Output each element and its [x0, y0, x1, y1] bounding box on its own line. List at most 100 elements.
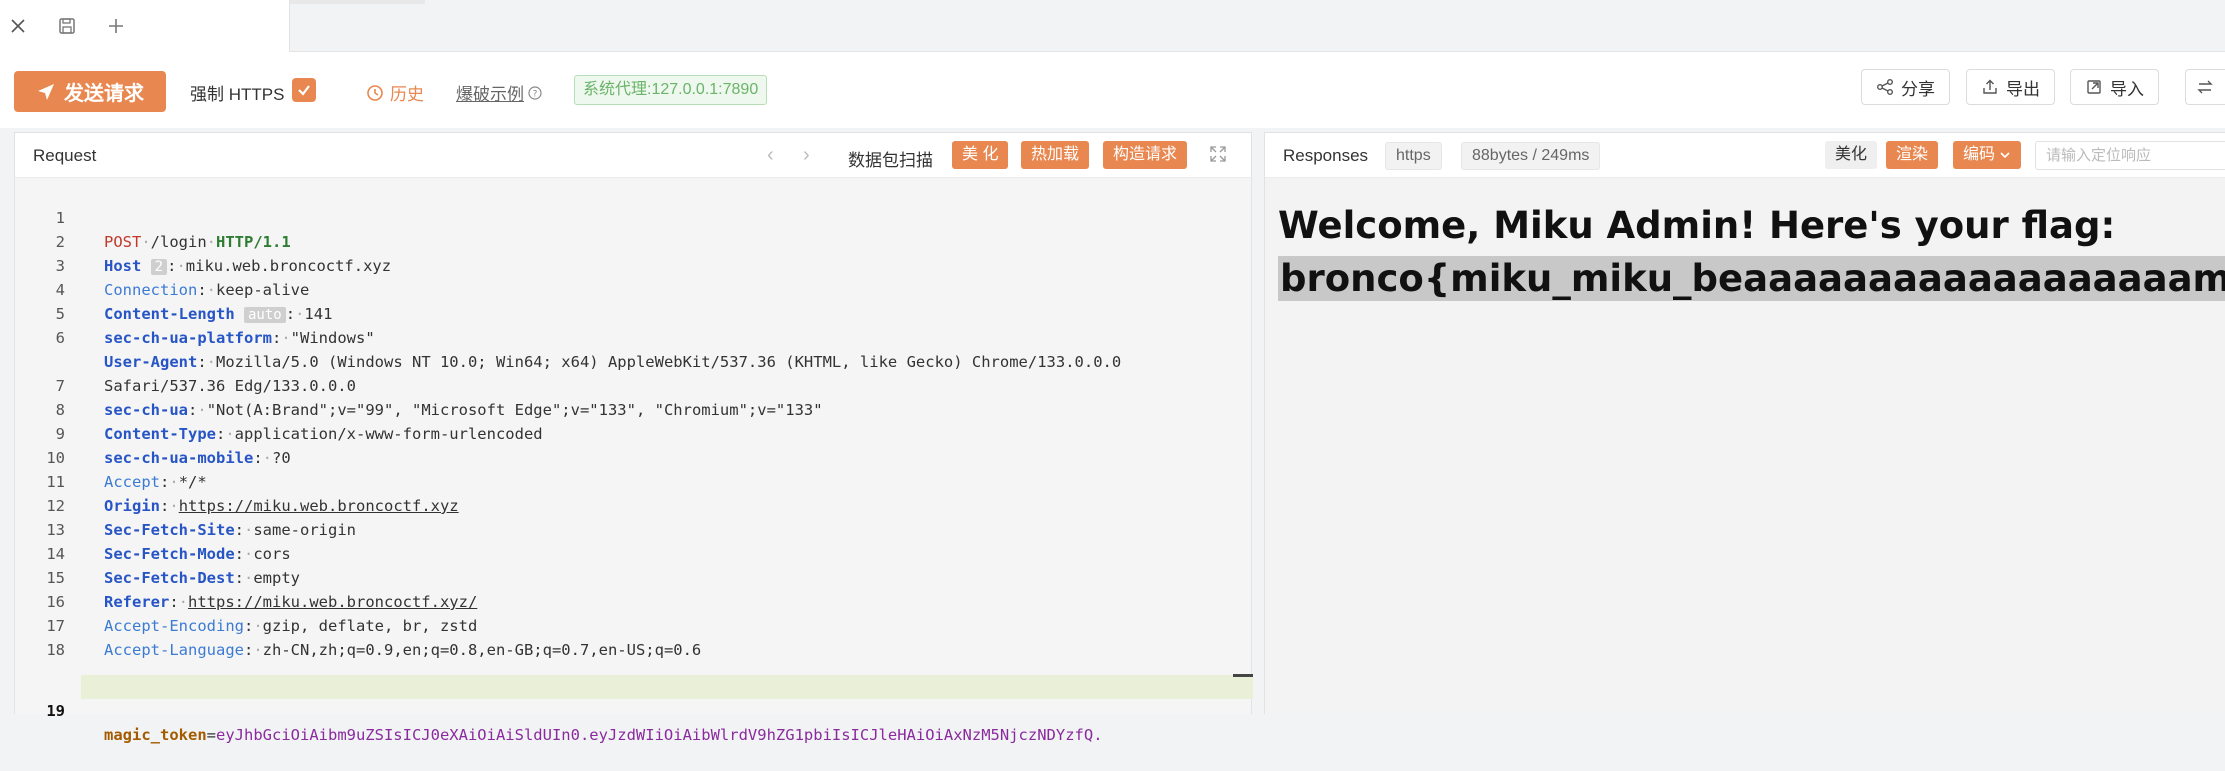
force-https-label: 强制 HTTPS: [190, 85, 285, 104]
import-icon: [2087, 80, 2101, 94]
brute-example-link[interactable]: 爆破示例 ?: [456, 80, 542, 105]
request-editor[interactable]: 1 POST·/login·HTTP/1.1 2 Host 2:·miku.we…: [15, 178, 1253, 744]
header-value: miku.web.broncoctf.xyz: [185, 257, 392, 275]
code-line: 6 User-Agent:·Mozilla/5.0 (Windows NT 10…: [15, 302, 1122, 371]
header-key: Sec-Fetch-Mode: [104, 545, 235, 563]
header-value: application/x-www-form-urlencoded: [234, 425, 543, 443]
code-line: 11 Origin:·https://miku.web.broncoctf.xy…: [15, 446, 458, 515]
size-time-tag: 88bytes / 249ms: [1461, 142, 1601, 170]
header-value: ?0: [272, 449, 291, 467]
header-key: Host: [104, 257, 142, 275]
header-value: same-origin: [253, 521, 356, 539]
close-tab-icon[interactable]: [4, 12, 32, 40]
import-label: 导入: [2110, 79, 2144, 99]
render-button[interactable]: 渲染: [1886, 141, 1939, 169]
share-label: 分享: [1901, 79, 1935, 99]
code-line: 1 POST·/login·HTTP/1.1: [15, 182, 291, 251]
tab-strip: [0, 0, 2225, 52]
header-value: "Not(A:Brand";v="99", "Microsoft Edge";v…: [206, 401, 823, 419]
packet-scan-button[interactable]: 数据包扫描: [848, 146, 933, 171]
header-value: Mozilla/5.0 (Windows NT 10.0; Win64; x64…: [216, 353, 1122, 371]
header-key: Sec-Fetch-Dest: [104, 569, 235, 587]
brute-example-label: 爆破示例: [456, 85, 524, 104]
header-key: Sec-Fetch-Site: [104, 521, 235, 539]
header-key: Origin: [104, 497, 160, 515]
response-title: Responses: [1283, 146, 1369, 165]
code-line: 18: [15, 614, 71, 659]
header-value: */*: [178, 473, 207, 491]
request-header: Request ‹ › 数据包扫描 美 化 热加载 构造请求: [15, 133, 1251, 178]
encoding-dropdown[interactable]: 编码: [1953, 141, 2022, 169]
header-value: keep-alive: [216, 281, 310, 299]
export-button[interactable]: 导出: [1966, 69, 2055, 105]
send-request-label: 发送请求: [64, 83, 144, 105]
body-param-key: magic_token: [104, 726, 207, 744]
new-tab-icon[interactable]: [102, 12, 130, 40]
origin-link[interactable]: https://miku.web.broncoctf.xyz: [179, 497, 459, 515]
code-line: 10 Accept:·*/*: [15, 422, 206, 491]
header-value: gzip, deflate, br, zstd: [262, 617, 478, 635]
response-search-input[interactable]: 请输入定位响应: [2035, 141, 2225, 170]
chevron-down-icon: [2000, 152, 2010, 159]
response-heading: Welcome, Miku Admin! Here's your flag:: [1278, 204, 2116, 247]
request-title: Request: [33, 146, 97, 165]
history-label: 历史: [390, 85, 424, 104]
export-label: 导出: [2006, 79, 2040, 99]
referer-link[interactable]: https://miku.web.broncoctf.xyz/: [188, 593, 477, 611]
host-count-pill[interactable]: 2: [150, 259, 168, 275]
response-flag: bronco{miku_miku_beaaaaaaaaaaaaaaaaaam!}: [1278, 256, 2225, 301]
code-line: 7 sec-ch-ua:·"Not(A:Brand";v="99", "Micr…: [15, 350, 823, 419]
code-line: 9 sec-ch-ua-mobile:·?0: [15, 398, 291, 467]
header-key: sec-ch-ua: [104, 401, 188, 419]
request-path: /login: [150, 233, 207, 251]
system-proxy-badge[interactable]: 系统代理:127.0.0.1:7890: [574, 75, 768, 105]
beautify-button[interactable]: 美 化: [952, 141, 1009, 169]
force-https-checkbox[interactable]: [292, 78, 316, 102]
swap-icon: [2197, 80, 2213, 94]
history-button[interactable]: 历史: [366, 80, 424, 105]
code-line-wrap: Safari/537.36 Edg/133.0.0.0: [15, 326, 356, 395]
header-value: zh-CN,zh;q=0.9,en;q=0.8,en-GB;q=0.7,en-U…: [262, 641, 702, 659]
response-beautify-button[interactable]: 美化: [1825, 141, 1878, 169]
header-key: sec-ch-ua-platform: [104, 329, 272, 347]
tab-active[interactable]: [0, 0, 290, 52]
request-panel: Request ‹ › 数据包扫描 美 化 热加载 构造请求 1 POST·/l…: [14, 132, 1253, 744]
save-icon[interactable]: [53, 12, 81, 40]
send-request-button[interactable]: 发送请求: [14, 71, 166, 112]
help-icon: ?: [528, 85, 542, 100]
code-line: 2 Host 2:·miku.web.broncoctf.xyz: [15, 206, 391, 275]
header-value: "Windows": [290, 329, 375, 347]
hotload-button[interactable]: 热加载: [1021, 141, 1090, 169]
header-key: Referer: [104, 593, 170, 611]
auto-length-pill[interactable]: auto: [244, 307, 286, 323]
code-line: 8 Content-Type:·application/x-www-form-u…: [15, 374, 543, 443]
search-placeholder: 请输入定位响应: [2046, 147, 2152, 164]
code-line: 14 Sec-Fetch-Dest:·empty: [15, 518, 300, 587]
header-key: User-Agent: [104, 353, 198, 371]
response-header: Responses https 88bytes / 249ms 美化 渲染 编码…: [1265, 133, 2225, 178]
import-button[interactable]: 导入: [2070, 69, 2159, 105]
svg-text:?: ?: [533, 89, 538, 99]
header-key: Accept-Language: [104, 641, 244, 659]
line-number: 18: [46, 641, 65, 659]
check-icon: [298, 85, 310, 96]
main-toolbar: 发送请求 强制 HTTPS 历史 爆破示例 ? 系统代理:127.0.0.1:7…: [0, 52, 2225, 128]
chevron-left-icon[interactable]: ‹: [767, 144, 774, 167]
header-key: sec-ch-ua-mobile: [104, 449, 254, 467]
body-param-value: eyJhbGciOiAibm9uZSIsICJ0eXAiOiAiSldUIn0.…: [216, 726, 1103, 744]
tab-inactive-indicator: [290, 0, 425, 4]
line-number: 19: [46, 702, 65, 720]
share-button[interactable]: 分享: [1861, 69, 1950, 105]
share-icon: [1877, 79, 1893, 95]
header-key: Content-Type: [104, 425, 216, 443]
code-line: 5 sec-ch-ua-platform:·"Windows": [15, 278, 375, 347]
code-line: 13 Sec-Fetch-Mode:·cors: [15, 494, 290, 563]
code-line: 15 Referer:·https://miku.web.broncoctf.x…: [15, 542, 477, 611]
construct-request-button[interactable]: 构造请求: [1103, 141, 1188, 169]
chevron-right-icon[interactable]: ›: [803, 144, 810, 167]
swap-button[interactable]: [2185, 69, 2225, 105]
response-panel: Responses https 88bytes / 249ms 美化 渲染 编码…: [1264, 132, 2225, 714]
expand-icon[interactable]: [1208, 144, 1230, 166]
code-line: 4 Content-Length auto:·141: [15, 254, 332, 323]
response-body: Welcome, Miku Admin! Here's your flag: b…: [1265, 178, 2225, 714]
